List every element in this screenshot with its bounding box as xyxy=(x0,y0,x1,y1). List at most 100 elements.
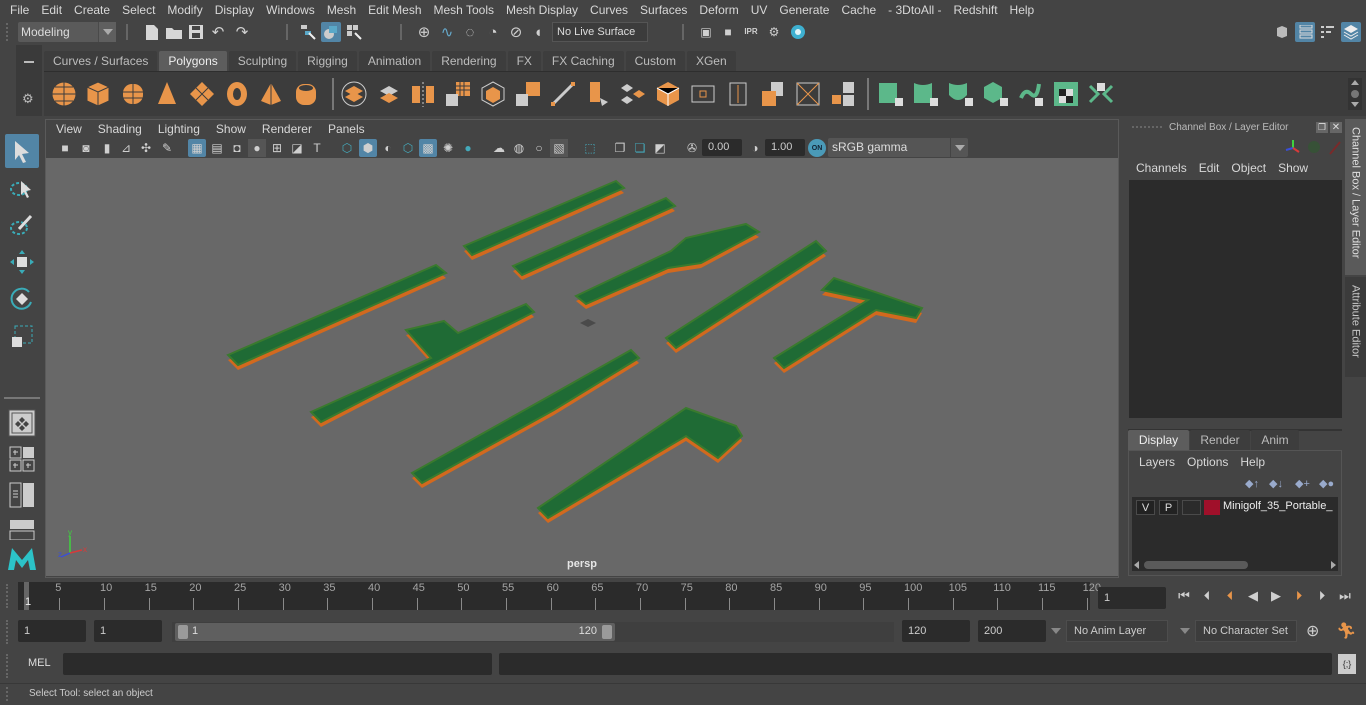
new-layer-icon[interactable]: ◆+ xyxy=(1295,477,1310,490)
end-frame-field[interactable]: 200 xyxy=(978,620,1046,642)
new-scene-icon[interactable] xyxy=(142,22,162,42)
channels-menu[interactable]: Channels xyxy=(1130,161,1193,175)
safe-title-icon[interactable]: T xyxy=(308,139,326,157)
menu-windows[interactable]: Windows xyxy=(260,0,321,20)
command-grip[interactable] xyxy=(6,654,10,678)
redo-icon[interactable]: ↷ xyxy=(232,22,252,42)
poly-sphere-icon[interactable] xyxy=(50,80,78,108)
menu-generate[interactable]: Generate xyxy=(773,0,835,20)
move-layer-up-icon[interactable]: ◆↑ xyxy=(1245,477,1259,490)
shelf-tab-rigging[interactable]: Rigging xyxy=(298,51,357,71)
grid-toggle-icon[interactable]: ▦ xyxy=(188,139,206,157)
snap-live-icon[interactable]: ⊘ xyxy=(506,22,526,42)
menu-redshift[interactable]: Redshift xyxy=(948,0,1004,20)
field-chart-icon[interactable]: ⊞ xyxy=(268,139,286,157)
layer-name[interactable]: Minigolf_35_Portable_ xyxy=(1223,500,1337,512)
viewport-menu-shading[interactable]: Shading xyxy=(90,120,150,138)
xray-icon[interactable]: ❐ xyxy=(611,139,629,157)
scroll-left-icon[interactable] xyxy=(1134,561,1139,569)
insert-edge-loop-icon[interactable] xyxy=(619,80,647,108)
start-frame-field[interactable]: 1 xyxy=(18,620,86,642)
range-start-handle[interactable] xyxy=(178,625,188,639)
attribute-editor-toggle-icon[interactable] xyxy=(1295,22,1315,42)
camera-attributes-icon[interactable]: ◙ xyxy=(77,139,95,157)
single-pane-layout-icon[interactable] xyxy=(5,406,39,440)
gamma-field[interactable]: 1.00 xyxy=(765,139,805,156)
four-pane-layout-icon[interactable] xyxy=(5,442,39,476)
mirror-icon[interactable] xyxy=(409,80,437,108)
poly-cube-icon[interactable] xyxy=(84,80,112,108)
shelf-scroll-thumb[interactable] xyxy=(1351,90,1359,98)
timeline-grip[interactable] xyxy=(6,584,10,608)
live-surface-field[interactable]: No Live Surface xyxy=(552,22,648,42)
two-d-pan-zoom-icon[interactable]: ✣ xyxy=(137,139,155,157)
bridge-icon[interactable] xyxy=(549,80,577,108)
shelf-tab-polygons[interactable]: Polygons xyxy=(159,51,227,71)
channel-box-toggle-icon[interactable] xyxy=(1341,22,1361,42)
menu-display[interactable]: Display xyxy=(209,0,260,20)
film-gate-icon[interactable]: ▤ xyxy=(208,139,226,157)
menu-modify[interactable]: Modify xyxy=(161,0,208,20)
paint-select-tool[interactable] xyxy=(5,208,39,242)
bookmark-icon[interactable]: ▮ xyxy=(98,139,116,157)
menu-edit[interactable]: Edit xyxy=(35,0,68,20)
menu-uv[interactable]: UV xyxy=(745,0,774,20)
statusline-grip[interactable] xyxy=(6,23,10,41)
script-editor-icon[interactable]: {;} xyxy=(1338,654,1356,674)
open-scene-icon[interactable] xyxy=(164,22,184,42)
poly-pyramid-icon[interactable] xyxy=(257,80,285,108)
menu-edit-mesh[interactable]: Edit Mesh xyxy=(362,0,427,20)
exposure-field[interactable]: 0.00 xyxy=(702,139,742,156)
layer-playback-toggle[interactable]: P xyxy=(1159,500,1178,515)
select-by-object-icon[interactable] xyxy=(321,22,341,42)
float-panel-icon[interactable]: ❐ xyxy=(1316,122,1328,133)
command-language-toggle[interactable]: MEL xyxy=(28,657,51,669)
sidetab-attribute-editor[interactable]: Attribute Editor xyxy=(1345,277,1366,377)
go-to-end-icon[interactable]: ⏭ xyxy=(1335,588,1355,604)
smooth-icon[interactable] xyxy=(444,80,472,108)
target-weld-icon[interactable] xyxy=(689,80,717,108)
range-start-field[interactable]: 1 xyxy=(94,620,162,642)
safe-action-icon[interactable]: ◪ xyxy=(288,139,306,157)
minigolf-lane[interactable] xyxy=(772,276,924,370)
poly-cone-icon[interactable] xyxy=(153,80,181,108)
viewport-3d[interactable]: persp y z x xyxy=(46,158,1118,576)
channel-edit-menu[interactable]: Edit xyxy=(1193,161,1226,175)
shelf-tab-fx-caching[interactable]: FX Caching xyxy=(542,51,624,71)
poly-pipe-icon[interactable] xyxy=(292,80,320,108)
channel-show-menu[interactable]: Show xyxy=(1272,161,1314,175)
uv-planar-icon[interactable] xyxy=(877,80,905,108)
shelf-tab-rendering[interactable]: Rendering xyxy=(432,51,506,71)
anti-aliasing-icon[interactable]: ○ xyxy=(530,139,548,157)
menu-mesh[interactable]: Mesh xyxy=(321,0,362,20)
undo-icon[interactable]: ↶ xyxy=(208,22,228,42)
layout-icon[interactable] xyxy=(829,80,857,108)
uv-cylindrical-icon[interactable] xyxy=(912,80,940,108)
menu-cache[interactable]: Cache xyxy=(835,0,882,20)
anim-layer-dropdown[interactable]: No Anim Layer xyxy=(1066,620,1168,642)
current-frame-field[interactable]: 1 xyxy=(1098,587,1166,609)
screen-space-ao-icon[interactable]: ☁ xyxy=(490,139,508,157)
step-forward-key-icon[interactable]: ⏵ xyxy=(1312,588,1332,604)
textured-icon[interactable]: ▩ xyxy=(419,139,437,157)
separate-icon[interactable] xyxy=(375,80,403,108)
combine-icon[interactable] xyxy=(340,80,368,108)
command-input[interactable] xyxy=(63,653,492,675)
snap-view-plane-icon[interactable]: ◔ xyxy=(483,22,503,42)
wireframe-on-shaded-icon[interactable]: ⬡ xyxy=(399,139,417,157)
menu-3dtoall[interactable]: - 3DtoAll - xyxy=(882,0,947,20)
menu-create[interactable]: Create xyxy=(68,0,116,20)
select-tool[interactable] xyxy=(5,134,39,168)
select-by-component-icon[interactable] xyxy=(344,22,364,42)
render-current-icon[interactable]: ■ xyxy=(718,22,738,42)
color-space-dropdown[interactable]: sRGB gamma xyxy=(828,138,968,157)
channel-object-menu[interactable]: Object xyxy=(1225,161,1272,175)
move-layer-down-icon[interactable]: ◆↓ xyxy=(1269,477,1283,490)
motion-blur-icon[interactable]: ◍ xyxy=(510,139,528,157)
xray-joints-icon[interactable]: ❏ xyxy=(631,139,649,157)
multi-cut-icon[interactable] xyxy=(654,80,682,108)
shadows-icon[interactable]: ● xyxy=(459,139,477,157)
menu-select[interactable]: Select xyxy=(116,0,161,20)
grease-pencil-icon[interactable]: ✎ xyxy=(158,139,176,157)
uv-spherical-icon[interactable] xyxy=(947,80,975,108)
